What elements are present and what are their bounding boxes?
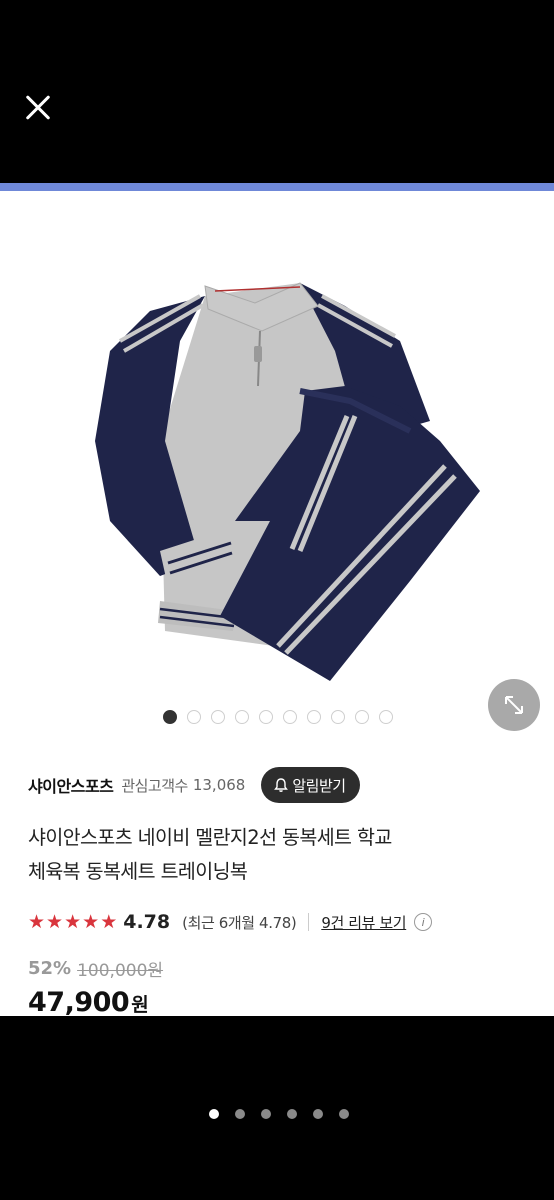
gallery-dot[interactable] (235, 710, 249, 724)
rating-value: 4.78 (123, 911, 171, 933)
star-icon: ★ (28, 910, 46, 933)
accent-strip (0, 183, 554, 191)
viewer-dot[interactable] (339, 1109, 349, 1119)
seller-row: 샤이안스포츠 관심고객수 13,068 알림받기 (28, 765, 538, 805)
viewer-top-bar (0, 0, 554, 183)
star-icon: ★ (100, 910, 118, 933)
product-title-line1: 샤이안스포츠 네이비 멜란지2선 동복세트 학교 (28, 826, 392, 849)
gallery-dot[interactable] (211, 710, 225, 724)
final-price: 47,900 (28, 987, 130, 1016)
zoom-button[interactable] (488, 679, 540, 731)
viewer-dot[interactable] (287, 1109, 297, 1119)
viewer-dot[interactable] (313, 1109, 323, 1119)
reviews-link[interactable]: 9건 리뷰 보기 (321, 912, 406, 933)
gallery-dot[interactable] (163, 710, 177, 724)
final-price-row: 47,900 원 (28, 987, 149, 1016)
star-icon: ★ (46, 910, 64, 933)
divider (308, 913, 310, 931)
viewer-dot[interactable] (209, 1109, 219, 1119)
followers-count: 13,068 (192, 776, 246, 794)
gallery-dot[interactable] (259, 710, 273, 724)
seller-name[interactable]: 샤이안스포츠 (28, 773, 114, 797)
product-title-line2: 체육복 동복세트 트레이닝복 (28, 860, 248, 883)
viewer-dot[interactable] (261, 1109, 271, 1119)
gallery-dot[interactable] (355, 710, 369, 724)
rating-row: ★ ★ ★ ★ ★ 4.78 (최근 6개월 4.78) 9건 리뷰 보기 i (28, 907, 433, 937)
alert-label: 알림받기 (292, 776, 346, 795)
gallery-dot[interactable] (331, 710, 345, 724)
followers-label: 관심고객수 (121, 776, 188, 795)
product-image[interactable] (0, 191, 554, 701)
viewer-dot[interactable] (235, 1109, 245, 1119)
info-icon[interactable]: i (414, 913, 433, 931)
currency-unit: 원 (131, 994, 149, 1016)
gallery-dot[interactable] (307, 710, 321, 724)
gallery-dot[interactable] (283, 710, 297, 724)
expand-diagonal-icon (505, 696, 523, 714)
star-icon: ★ (64, 910, 82, 933)
discount-rate: 52% (28, 958, 72, 979)
gallery-pagination[interactable] (163, 710, 393, 724)
gallery-dot[interactable] (379, 710, 393, 724)
viewer-pagination[interactable] (209, 1109, 349, 1119)
bell-icon (274, 778, 289, 792)
alert-button[interactable]: 알림받기 (261, 767, 360, 803)
close-icon[interactable] (18, 88, 58, 128)
rating-recent: (최근 6개월 4.78) (182, 913, 297, 932)
rating-stars: ★ ★ ★ ★ ★ (28, 910, 118, 933)
product-title: 샤이안스포츠 네이비 멜란지2선 동복세트 학교 체육복 동복세트 트레이닝복 (28, 821, 528, 889)
price-original-row: 52% 100,000원 (28, 956, 163, 981)
star-icon: ★ (82, 910, 100, 933)
gallery-dot[interactable] (187, 710, 201, 724)
original-price: 100,000원 (77, 961, 164, 981)
product-sheet: 샤이안스포츠 관심고객수 13,068 알림받기 샤이안스포츠 네이비 멜란지2… (0, 191, 554, 1016)
